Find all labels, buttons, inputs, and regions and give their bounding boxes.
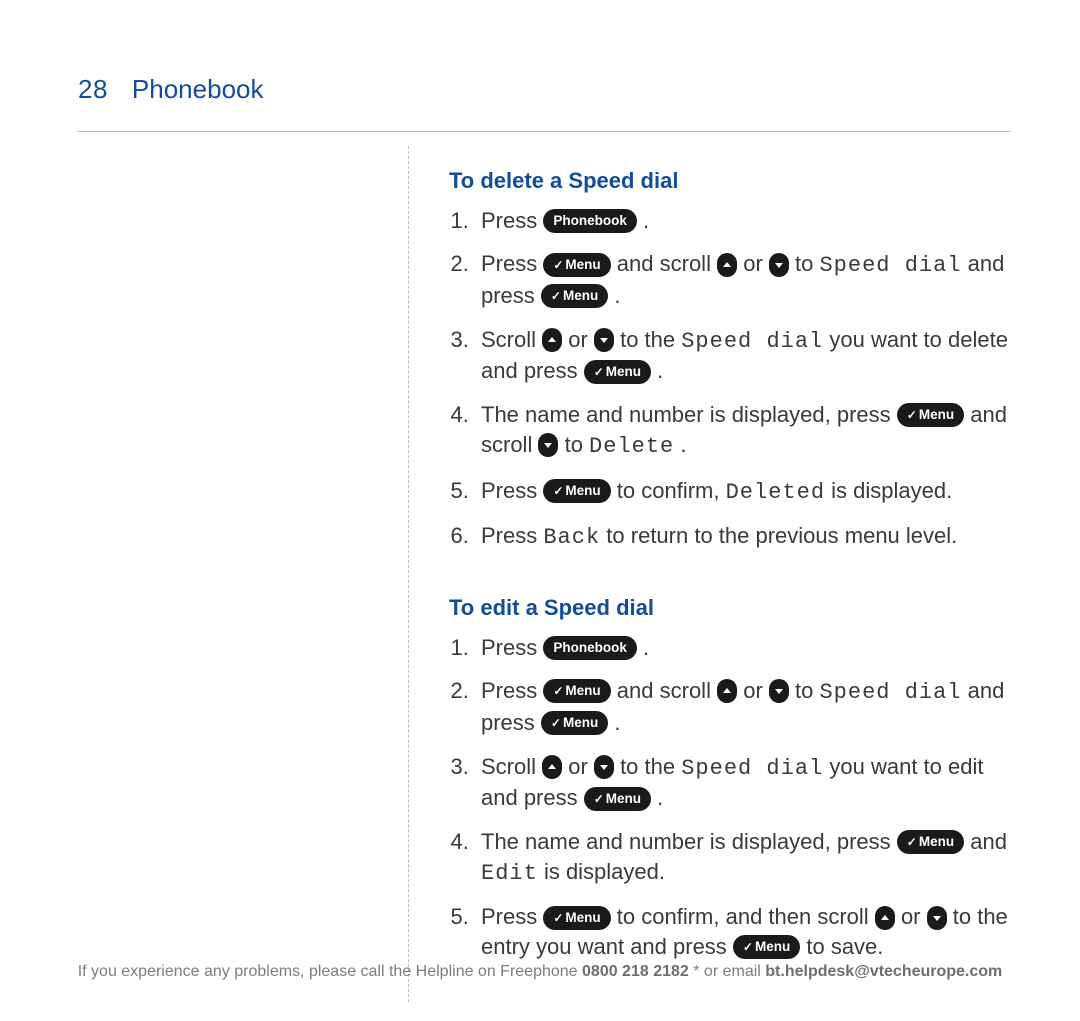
- delete-steps-list: Press Phonebook . Press Menu and scroll …: [449, 206, 1010, 553]
- step-text: Scroll: [481, 327, 536, 352]
- menu-button-icon: Menu: [584, 787, 651, 811]
- list-item: Press Phonebook .: [475, 206, 1010, 236]
- list-item: Press Menu to confirm, and then scroll o…: [475, 902, 1010, 961]
- down-arrow-icon: [769, 253, 789, 277]
- step-text: to: [795, 251, 819, 276]
- up-arrow-icon: [542, 328, 562, 352]
- edit-steps-list: Press Phonebook . Press Menu and scroll …: [449, 633, 1010, 962]
- down-arrow-icon: [769, 679, 789, 703]
- step-text: .: [614, 283, 620, 308]
- step-text: .: [614, 710, 620, 735]
- step-text: Press: [481, 523, 543, 548]
- page-number: 28: [78, 74, 108, 105]
- lcd-text: Speed dial: [819, 253, 961, 278]
- step-text: Press: [481, 251, 543, 276]
- up-arrow-icon: [542, 755, 562, 779]
- lcd-text: Edit: [481, 861, 538, 886]
- step-text: Press: [481, 904, 543, 929]
- step-text: to return to the previous menu level.: [606, 523, 957, 548]
- step-text: and scroll: [617, 678, 717, 703]
- phonebook-button-icon: Phonebook: [543, 209, 637, 233]
- lcd-text: Speed dial: [819, 680, 961, 705]
- page-header: 28 Phonebook: [78, 74, 1010, 132]
- list-item: Scroll or to the Speed dial you want to …: [475, 325, 1010, 386]
- menu-button-icon: Menu: [543, 679, 610, 703]
- down-arrow-icon: [927, 906, 947, 930]
- step-text: to confirm, and then scroll: [617, 904, 875, 929]
- step-text: to the: [620, 327, 681, 352]
- list-item: The name and number is displayed, press …: [475, 827, 1010, 888]
- down-arrow-icon: [594, 755, 614, 779]
- menu-button-icon: Menu: [543, 253, 610, 277]
- list-item: Press Menu and scroll or to Speed dial a…: [475, 249, 1010, 310]
- up-arrow-icon: [717, 679, 737, 703]
- step-text: The name and number is displayed, press: [481, 829, 897, 854]
- menu-button-icon: Menu: [541, 711, 608, 735]
- step-text: and: [970, 829, 1007, 854]
- manual-page: 28 Phonebook To delete a Speed dial Pres…: [0, 0, 1080, 1021]
- step-text: .: [657, 358, 663, 383]
- list-item: Press Phonebook .: [475, 633, 1010, 663]
- step-text: to: [565, 432, 589, 457]
- menu-button-icon: Menu: [733, 935, 800, 959]
- step-text: is displayed.: [544, 859, 665, 884]
- step-text: .: [657, 785, 663, 810]
- down-arrow-icon: [538, 433, 558, 457]
- step-text: The name and number is displayed, press: [481, 402, 897, 427]
- footer-text: If you experience any problems, please c…: [78, 963, 582, 980]
- list-item: The name and number is displayed, press …: [475, 400, 1010, 461]
- footer-help-text: If you experience any problems, please c…: [0, 963, 1080, 981]
- step-text: or: [743, 678, 769, 703]
- down-arrow-icon: [594, 328, 614, 352]
- list-item: Press Back to return to the previous men…: [475, 521, 1010, 553]
- subheading-delete-speed-dial: To delete a Speed dial: [449, 166, 1010, 196]
- footer-email: bt.helpdesk@vtecheurope.com: [765, 963, 1002, 980]
- step-text: or: [568, 327, 594, 352]
- footer-phone: 0800 218 2182: [582, 963, 689, 980]
- menu-button-icon: Menu: [584, 360, 651, 384]
- list-item: Press Menu and scroll or to Speed dial a…: [475, 676, 1010, 737]
- footer-text: * or email: [693, 963, 765, 980]
- left-margin-column: [78, 146, 408, 1002]
- step-text: is displayed.: [831, 478, 952, 503]
- content-columns: To delete a Speed dial Press Phonebook .…: [78, 146, 1010, 1002]
- step-text: .: [643, 635, 649, 660]
- instruction-column: To delete a Speed dial Press Phonebook .…: [409, 146, 1010, 1002]
- up-arrow-icon: [717, 253, 737, 277]
- step-text: or: [568, 754, 594, 779]
- menu-button-icon: Menu: [541, 284, 608, 308]
- up-arrow-icon: [875, 906, 895, 930]
- step-text: to: [795, 678, 819, 703]
- step-text: to save.: [806, 934, 883, 959]
- menu-button-icon: Menu: [897, 403, 964, 427]
- step-text: and scroll: [617, 251, 717, 276]
- subheading-edit-speed-dial: To edit a Speed dial: [449, 593, 1010, 623]
- step-text: Press: [481, 678, 543, 703]
- step-text: .: [643, 208, 649, 233]
- menu-button-icon: Menu: [543, 479, 610, 503]
- step-text: .: [680, 432, 686, 457]
- step-text: Press: [481, 635, 543, 660]
- menu-button-icon: Menu: [543, 906, 610, 930]
- step-text: Scroll: [481, 754, 542, 779]
- step-text: Press: [481, 208, 543, 233]
- step-text: to confirm,: [617, 478, 726, 503]
- lcd-text: Delete: [589, 434, 674, 459]
- lcd-text: Speed dial: [681, 329, 823, 354]
- lcd-text: Deleted: [726, 480, 825, 505]
- step-text: or: [743, 251, 769, 276]
- phonebook-button-icon: Phonebook: [543, 636, 637, 660]
- lcd-text: Back: [543, 525, 600, 550]
- step-text: to the: [620, 754, 681, 779]
- list-item: Press Menu to confirm, Deleted is displa…: [475, 476, 1010, 508]
- menu-button-icon: Menu: [897, 830, 964, 854]
- lcd-text: Speed dial: [681, 756, 823, 781]
- step-text: Press: [481, 478, 543, 503]
- list-item: Scroll or to the Speed dial you want to …: [475, 752, 1010, 813]
- step-text: or: [901, 904, 927, 929]
- section-title: Phonebook: [132, 74, 264, 105]
